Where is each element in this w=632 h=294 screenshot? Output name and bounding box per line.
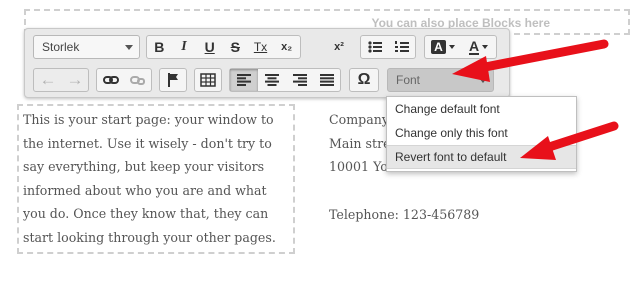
annotation-arrows [452, 39, 619, 160]
annotation-arrow-icon [452, 39, 609, 82]
annotation-arrow-icon [520, 121, 619, 160]
